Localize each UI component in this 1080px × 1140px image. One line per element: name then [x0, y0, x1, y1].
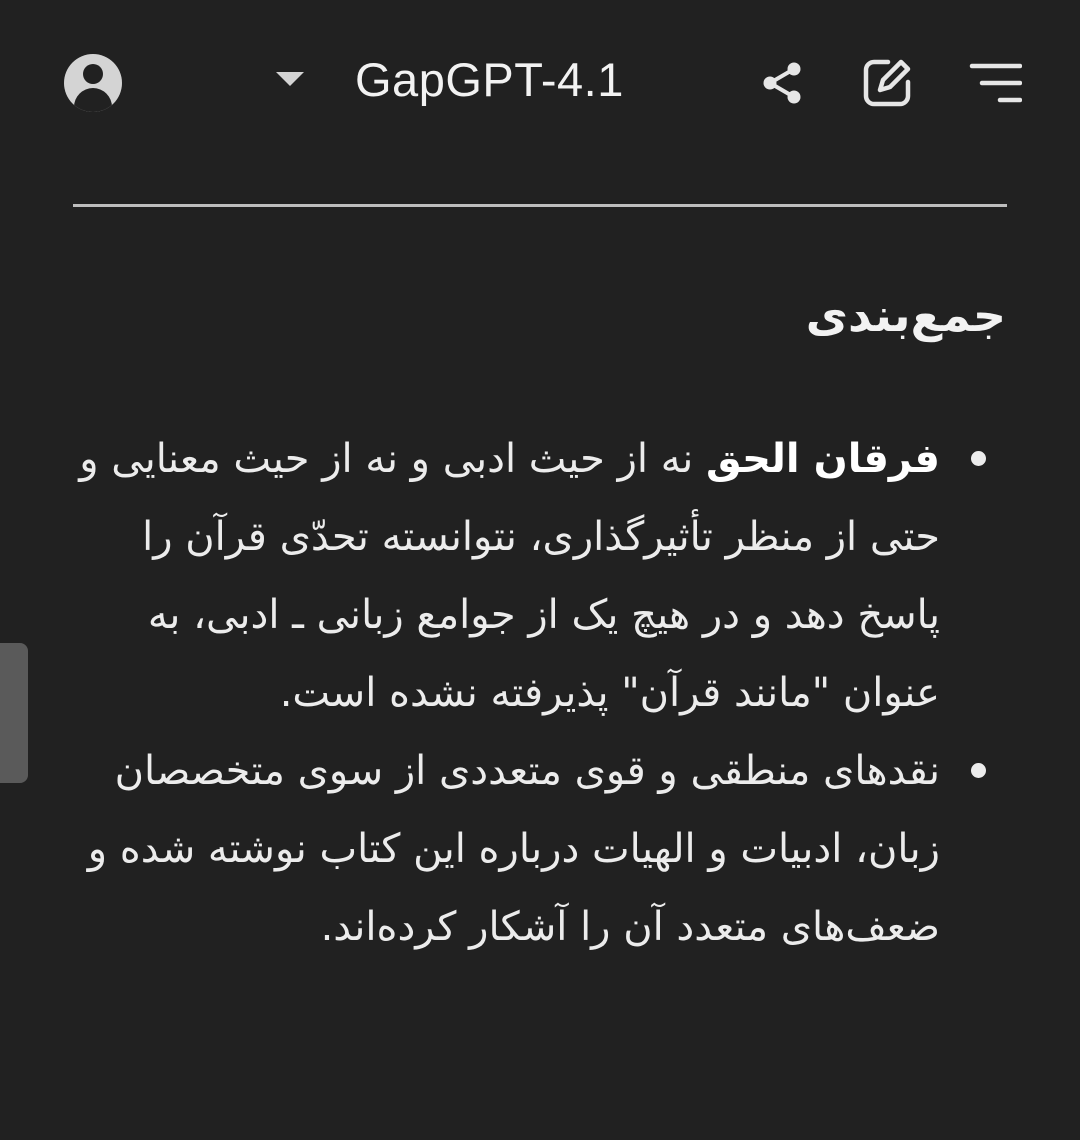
user-avatar-icon[interactable]	[64, 54, 122, 112]
avatar-head	[83, 64, 103, 84]
assistant-message: جمع‌بندی فرقان الحق نه از حیث ادبی و نه …	[70, 270, 1008, 966]
model-selector-title[interactable]: GapGPT-4.1	[355, 52, 624, 107]
bold-term: فرقان الحق	[706, 436, 940, 482]
top-bar: GapGPT-4.1	[0, 0, 1080, 165]
menu-icon[interactable]	[968, 56, 1022, 110]
horizontal-divider	[73, 204, 1007, 207]
list-item: فرقان الحق نه از حیث ادبی و نه از حیث مع…	[70, 420, 1008, 732]
new-chat-edit-icon[interactable]	[860, 56, 914, 110]
bullet-text: نقدهای منطقی و قوی متعددی از سوی متخصصان…	[87, 748, 940, 950]
section-heading: جمع‌بندی	[805, 288, 1006, 342]
list-item: نقدهای منطقی و قوی متعددی از سوی متخصصان…	[70, 732, 1008, 966]
scrollbar-handle[interactable]	[0, 643, 28, 783]
avatar-shoulders	[74, 88, 112, 112]
bullet-dot	[971, 763, 986, 778]
bullet-list: فرقان الحق نه از حیث ادبی و نه از حیث مع…	[70, 420, 1008, 966]
bullet-dot	[971, 451, 986, 466]
chevron-down-icon[interactable]	[276, 72, 304, 86]
share-icon[interactable]	[755, 56, 809, 110]
chat-screen: GapGPT-4.1 جمع‌بندی	[0, 0, 1080, 1140]
